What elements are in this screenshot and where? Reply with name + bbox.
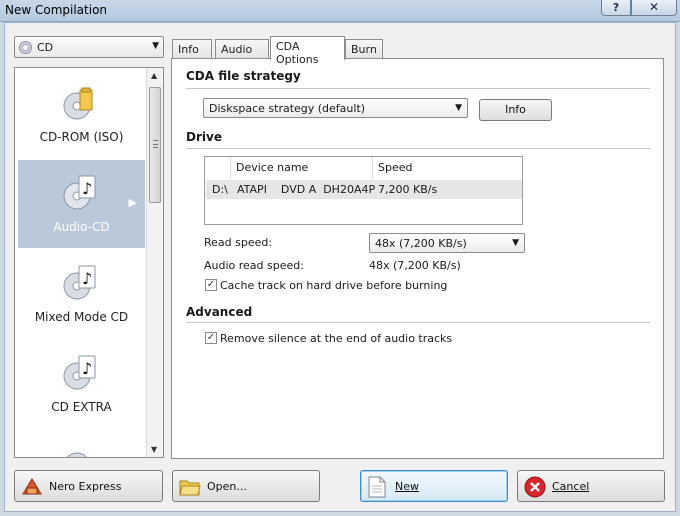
audio-cd-icon: ♪ — [63, 175, 96, 210]
remove-silence-label: Remove silence at the end of audio track… — [220, 332, 453, 345]
divider — [186, 322, 650, 323]
drive-device-name: ATAPI DVD A DH20A4P — [237, 183, 376, 196]
cache-track-checkbox[interactable]: ✓ — [205, 279, 217, 291]
read-speed-value: 48x (7,200 KB/s) — [375, 237, 467, 250]
list-scrollbar[interactable]: ▲ ▼ — [146, 68, 163, 457]
list-item-label: Audio-CD — [53, 220, 110, 234]
divider — [186, 148, 650, 149]
list-item-partial[interactable] — [18, 430, 145, 457]
read-speed-dropdown[interactable]: 48x (7,200 KB/s) ▼ — [369, 233, 525, 253]
list-item-label: CD EXTRA — [51, 400, 112, 414]
cancel-label: Cancel — [552, 480, 590, 493]
help-button[interactable]: ? — [601, 0, 631, 16]
list-item-mixed-mode-cd[interactable]: ♪ Mixed Mode CD — [18, 250, 145, 338]
column-header-device-name[interactable]: Device name — [231, 157, 373, 179]
chevron-right-icon: ▶ — [128, 196, 137, 209]
cd-icon — [66, 452, 88, 457]
cd-disc-icon — [19, 41, 32, 54]
list-item-audio-cd[interactable]: ♪ Audio-CD ▶ — [18, 160, 145, 248]
audio-read-speed-label: Audio read speed: — [204, 259, 304, 272]
new-document-icon — [368, 476, 386, 498]
table-row[interactable]: D:\ ATAPI DVD A DH20A4P 7,200 KB/s — [206, 180, 522, 199]
mixed-mode-cd-icon: ♪ — [63, 265, 96, 300]
tab-info[interactable]: Info — [172, 39, 212, 59]
scroll-down-icon[interactable]: ▼ — [151, 445, 157, 454]
remove-silence-checkbox[interactable]: ✓ — [205, 332, 217, 344]
open-button[interactable]: Open... — [172, 470, 320, 502]
cache-track-label: Cache track on hard drive before burning — [220, 279, 448, 292]
compilation-type-list: CD-ROM (ISO) ♪ Audio-CD ▶ ♪ Mixed Mode C… — [14, 67, 164, 458]
svg-text:♪: ♪ — [82, 179, 92, 198]
svg-text:♪: ♪ — [82, 269, 92, 288]
new-button[interactable]: New — [360, 470, 508, 502]
list-item-label: Mixed Mode CD — [34, 310, 129, 324]
section-title-drive: Drive — [186, 130, 222, 144]
tab-audio-cd[interactable]: Audio CD — [215, 39, 269, 69]
divider — [186, 88, 650, 89]
cda-strategy-value: Diskspace strategy (default) — [209, 102, 366, 115]
tab-burn[interactable]: Burn — [345, 39, 383, 59]
section-title-cda-strategy: CDA file strategy — [186, 69, 301, 83]
disc-type-dropdown[interactable]: CD ▼ — [14, 36, 164, 58]
close-button[interactable]: ✕ — [631, 0, 677, 16]
chevron-down-icon: ▼ — [455, 103, 462, 113]
grip-icon — [153, 140, 158, 148]
chevron-down-icon: ▼ — [512, 238, 519, 248]
window-title: New Compilation — [5, 3, 108, 17]
column-header-letter[interactable] — [205, 157, 231, 179]
cd-extra-icon: ♪ — [63, 355, 96, 390]
info-button[interactable]: Info — [479, 99, 552, 121]
list-item-label: CD-ROM (ISO) — [39, 130, 124, 144]
column-header-speed[interactable]: Speed — [373, 157, 522, 179]
nero-express-button[interactable]: Nero Express — [14, 470, 163, 502]
nero-express-icon — [22, 478, 42, 495]
audio-read-speed-value: 48x (7,200 KB/s) — [369, 259, 461, 272]
tab-cda-options[interactable]: CDA Options — [270, 36, 345, 66]
open-folder-icon — [179, 480, 201, 496]
list-item-cd-extra[interactable]: ♪ CD EXTRA — [18, 340, 145, 428]
svg-text:♪: ♪ — [82, 359, 92, 378]
disc-type-value: CD — [37, 41, 54, 54]
scroll-up-icon[interactable]: ▲ — [151, 71, 157, 80]
cancel-button[interactable]: Cancel — [517, 470, 665, 502]
section-title-advanced: Advanced — [186, 305, 253, 319]
new-label: New — [395, 480, 419, 493]
drive-speed: 7,200 KB/s — [378, 183, 438, 196]
drive-table: Device name Speed D:\ ATAPI DVD A DH20A4… — [204, 156, 523, 225]
nero-express-label: Nero Express — [49, 480, 122, 493]
chevron-down-icon: ▼ — [152, 41, 159, 51]
title-bar: New Compilation ? ✕ — [0, 0, 680, 22]
cda-strategy-dropdown[interactable]: Diskspace strategy (default) ▼ — [203, 98, 468, 118]
cd-rom-iso-icon — [63, 87, 93, 120]
read-speed-label: Read speed: — [204, 236, 273, 249]
scrollbar-thumb[interactable] — [149, 87, 161, 203]
list-item-cd-rom-iso[interactable]: CD-ROM (ISO) — [18, 70, 145, 158]
cancel-icon — [524, 476, 546, 498]
open-label: Open... — [207, 480, 247, 493]
drive-letter: D:\ — [212, 183, 228, 196]
